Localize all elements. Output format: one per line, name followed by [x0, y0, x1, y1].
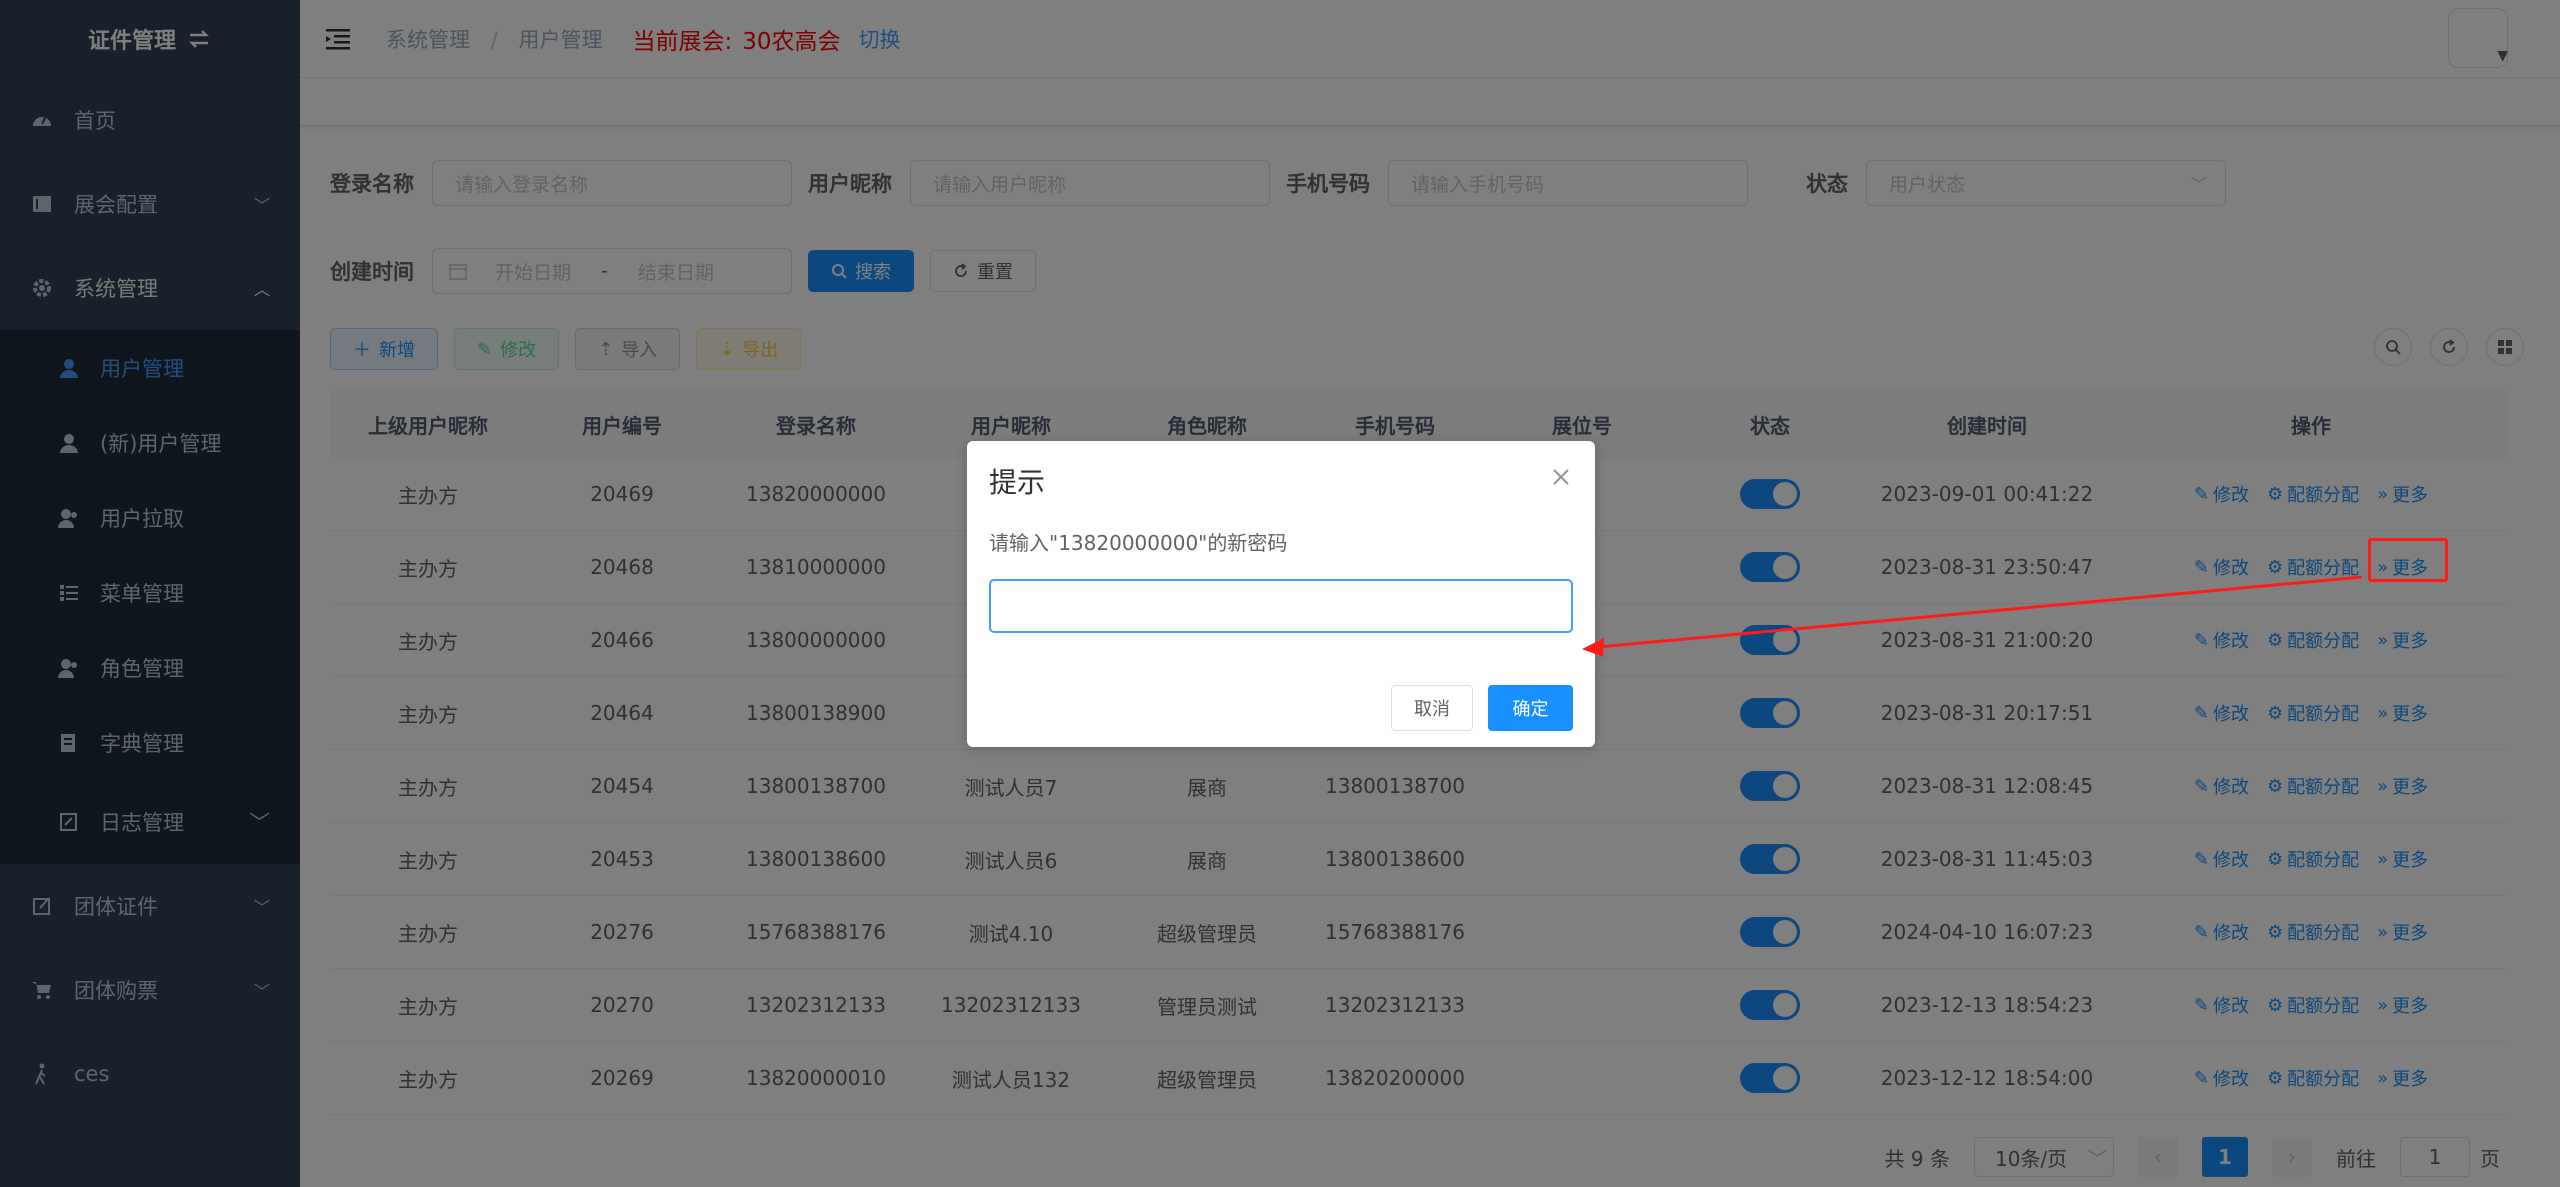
new-password-input[interactable] — [989, 579, 1573, 633]
dialog-title: 提示 — [989, 466, 1046, 499]
close-icon[interactable] — [1551, 467, 1571, 487]
confirm-button[interactable]: 确定 — [1488, 685, 1573, 731]
annotation-highlight-box — [2368, 538, 2448, 582]
cancel-button[interactable]: 取消 — [1391, 685, 1473, 731]
dialog-message: 请输入"13820000000"的新密码 — [989, 531, 1288, 555]
password-prompt-dialog: 提示 请输入"13820000000"的新密码 取消 确定 — [967, 441, 1595, 747]
